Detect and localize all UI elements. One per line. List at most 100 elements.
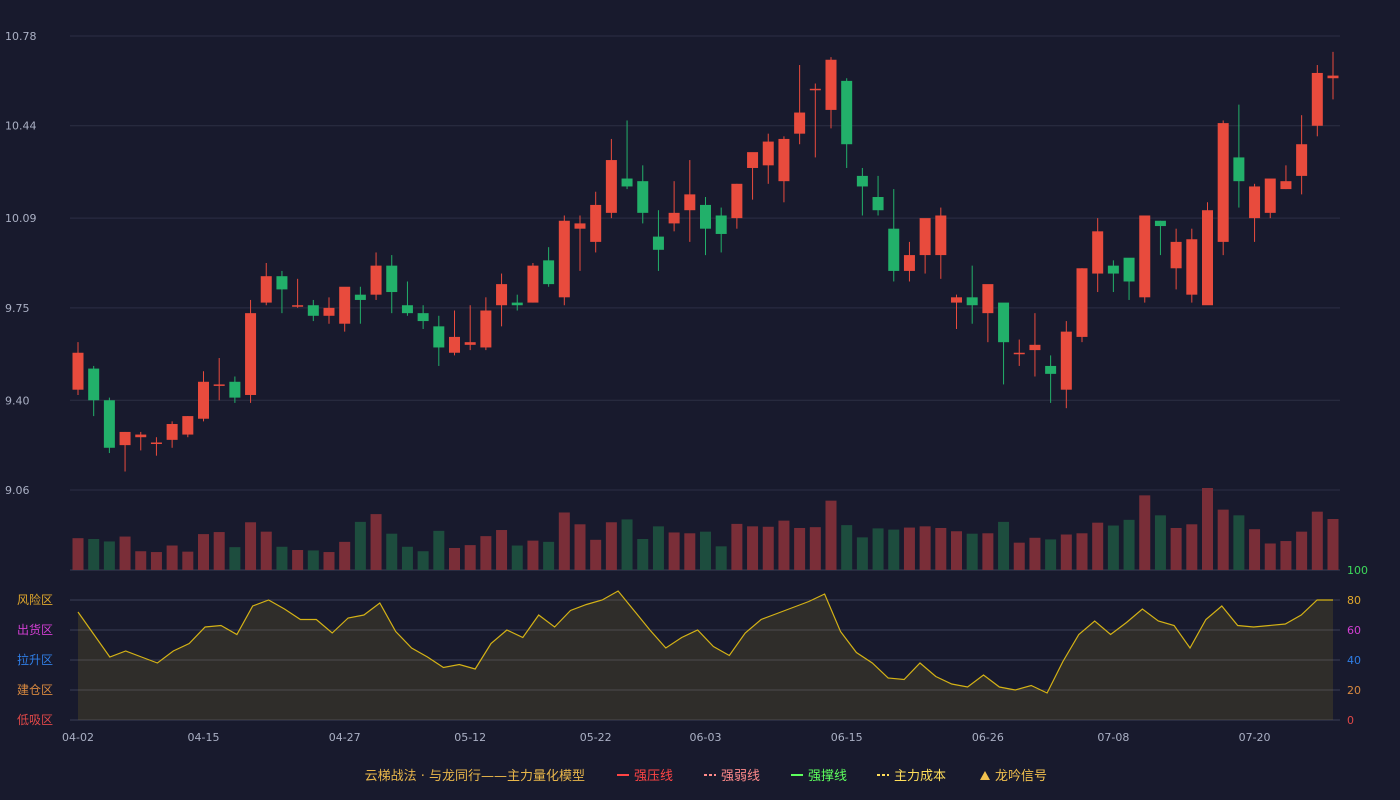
volume-bar — [1123, 519, 1135, 570]
candle-body — [888, 228, 900, 271]
candle-body — [1233, 157, 1245, 182]
legend-triangle-icon — [980, 771, 990, 780]
price-tick-label: 9.06 — [5, 484, 30, 497]
legend-item-label: 强压线 — [634, 769, 673, 784]
volume-bar — [417, 551, 429, 570]
volume-bar — [809, 527, 821, 570]
candle-body — [198, 381, 209, 419]
candle-body — [1092, 231, 1104, 274]
legend-item-label: 强弱线 — [721, 769, 760, 784]
date-tick-label: 05-22 — [580, 731, 612, 744]
volume-bar — [260, 531, 272, 570]
candle-body — [307, 305, 319, 316]
candle-body — [1170, 241, 1182, 269]
candle-body — [417, 313, 429, 322]
volume-bar — [1327, 519, 1339, 570]
candle-body — [574, 223, 586, 229]
volume-bar — [527, 540, 539, 570]
date-tick-label: 04-27 — [329, 731, 361, 744]
candle-body — [103, 400, 115, 448]
candle-body — [1029, 344, 1041, 351]
volume-bar — [543, 541, 555, 570]
candle-body — [856, 175, 868, 187]
candle-body — [1076, 268, 1088, 337]
date-tick-label: 07-08 — [1097, 731, 1129, 744]
volume-bar — [998, 521, 1010, 570]
volume-bar — [354, 521, 366, 570]
indicator-tick-label: 80 — [1347, 594, 1361, 607]
candle-body — [590, 204, 602, 242]
volume-bar — [778, 520, 790, 570]
volume-bar — [213, 532, 225, 570]
volume-bar — [401, 546, 413, 570]
candle-body — [1139, 215, 1151, 298]
price-tick-label: 9.75 — [5, 302, 30, 315]
volume-bar — [480, 536, 492, 570]
candle-body — [1249, 186, 1261, 219]
candle-body — [1264, 178, 1276, 213]
price-axis: 10.78 10.44 10.09 9.75 9.40 9.06 — [5, 30, 37, 497]
volume-bar — [323, 552, 335, 570]
candle-body — [1107, 265, 1119, 274]
volume-bar — [668, 532, 680, 570]
candle-body — [778, 138, 790, 182]
candle-body — [323, 307, 335, 316]
candle-body — [1280, 181, 1292, 190]
volume-bar — [511, 545, 523, 570]
volume-bar — [590, 539, 602, 570]
price-tick-label: 10.44 — [5, 120, 37, 133]
volume-bar — [119, 536, 131, 570]
volume-bar — [1280, 541, 1292, 570]
volume-bar — [903, 527, 915, 570]
volume-bar — [1154, 515, 1166, 570]
candle-body — [966, 297, 978, 306]
volume-bar — [558, 512, 570, 570]
volume-bar — [229, 547, 241, 570]
candle-body — [982, 284, 994, 314]
legend-item-label: 主力成本 — [894, 769, 946, 784]
volume-bar — [198, 534, 209, 570]
volume-bar — [339, 541, 351, 570]
volume-bar — [747, 526, 759, 570]
volume-bar — [574, 524, 586, 570]
candle-body — [150, 442, 162, 444]
candle-body — [903, 255, 915, 271]
candle-body — [1013, 352, 1025, 355]
volume-bar — [1013, 542, 1025, 570]
zone-label: 建仓区 — [17, 683, 53, 697]
volume-bar — [1264, 543, 1276, 570]
date-tick-label: 05-12 — [454, 731, 486, 744]
candle-body — [480, 310, 492, 348]
candle-body — [998, 302, 1010, 343]
volume-bar — [825, 500, 837, 570]
volume-bar — [935, 527, 947, 570]
volume-bar — [605, 522, 617, 570]
volume-bar — [856, 537, 868, 570]
candle-body — [605, 160, 617, 213]
indicator-tick-label: 60 — [1347, 624, 1361, 637]
candle-body — [1296, 144, 1308, 176]
volume-bar — [1139, 495, 1151, 570]
volume-bar — [684, 533, 696, 570]
candle-body — [1217, 123, 1229, 242]
candle-body — [841, 80, 853, 145]
volume-bar — [135, 551, 147, 570]
volume-bar — [951, 531, 962, 570]
legend[interactable]: 云梯战法 · 与龙同行——主力量化模型 强压线 强弱线 强撑线 主力成本 龙吟信号 — [365, 768, 1047, 784]
grid-lines — [70, 35, 1340, 571]
candle-body — [794, 112, 806, 134]
volume-bar — [1217, 509, 1229, 570]
date-tick-label: 04-15 — [188, 731, 220, 744]
volume-bar — [449, 547, 460, 570]
volume-bar — [496, 530, 508, 570]
candle-body — [511, 302, 523, 306]
volume-bar — [72, 538, 84, 570]
volume-bar — [919, 526, 931, 570]
legend-title: 云梯战法 · 与龙同行——主力量化模型 — [365, 769, 585, 784]
candle-body — [339, 286, 351, 324]
candle-body — [872, 197, 884, 211]
date-tick-label: 04-02 — [62, 731, 94, 744]
volume-bar — [700, 531, 711, 570]
volume-bar — [1202, 488, 1213, 570]
candle-body — [1060, 331, 1072, 390]
